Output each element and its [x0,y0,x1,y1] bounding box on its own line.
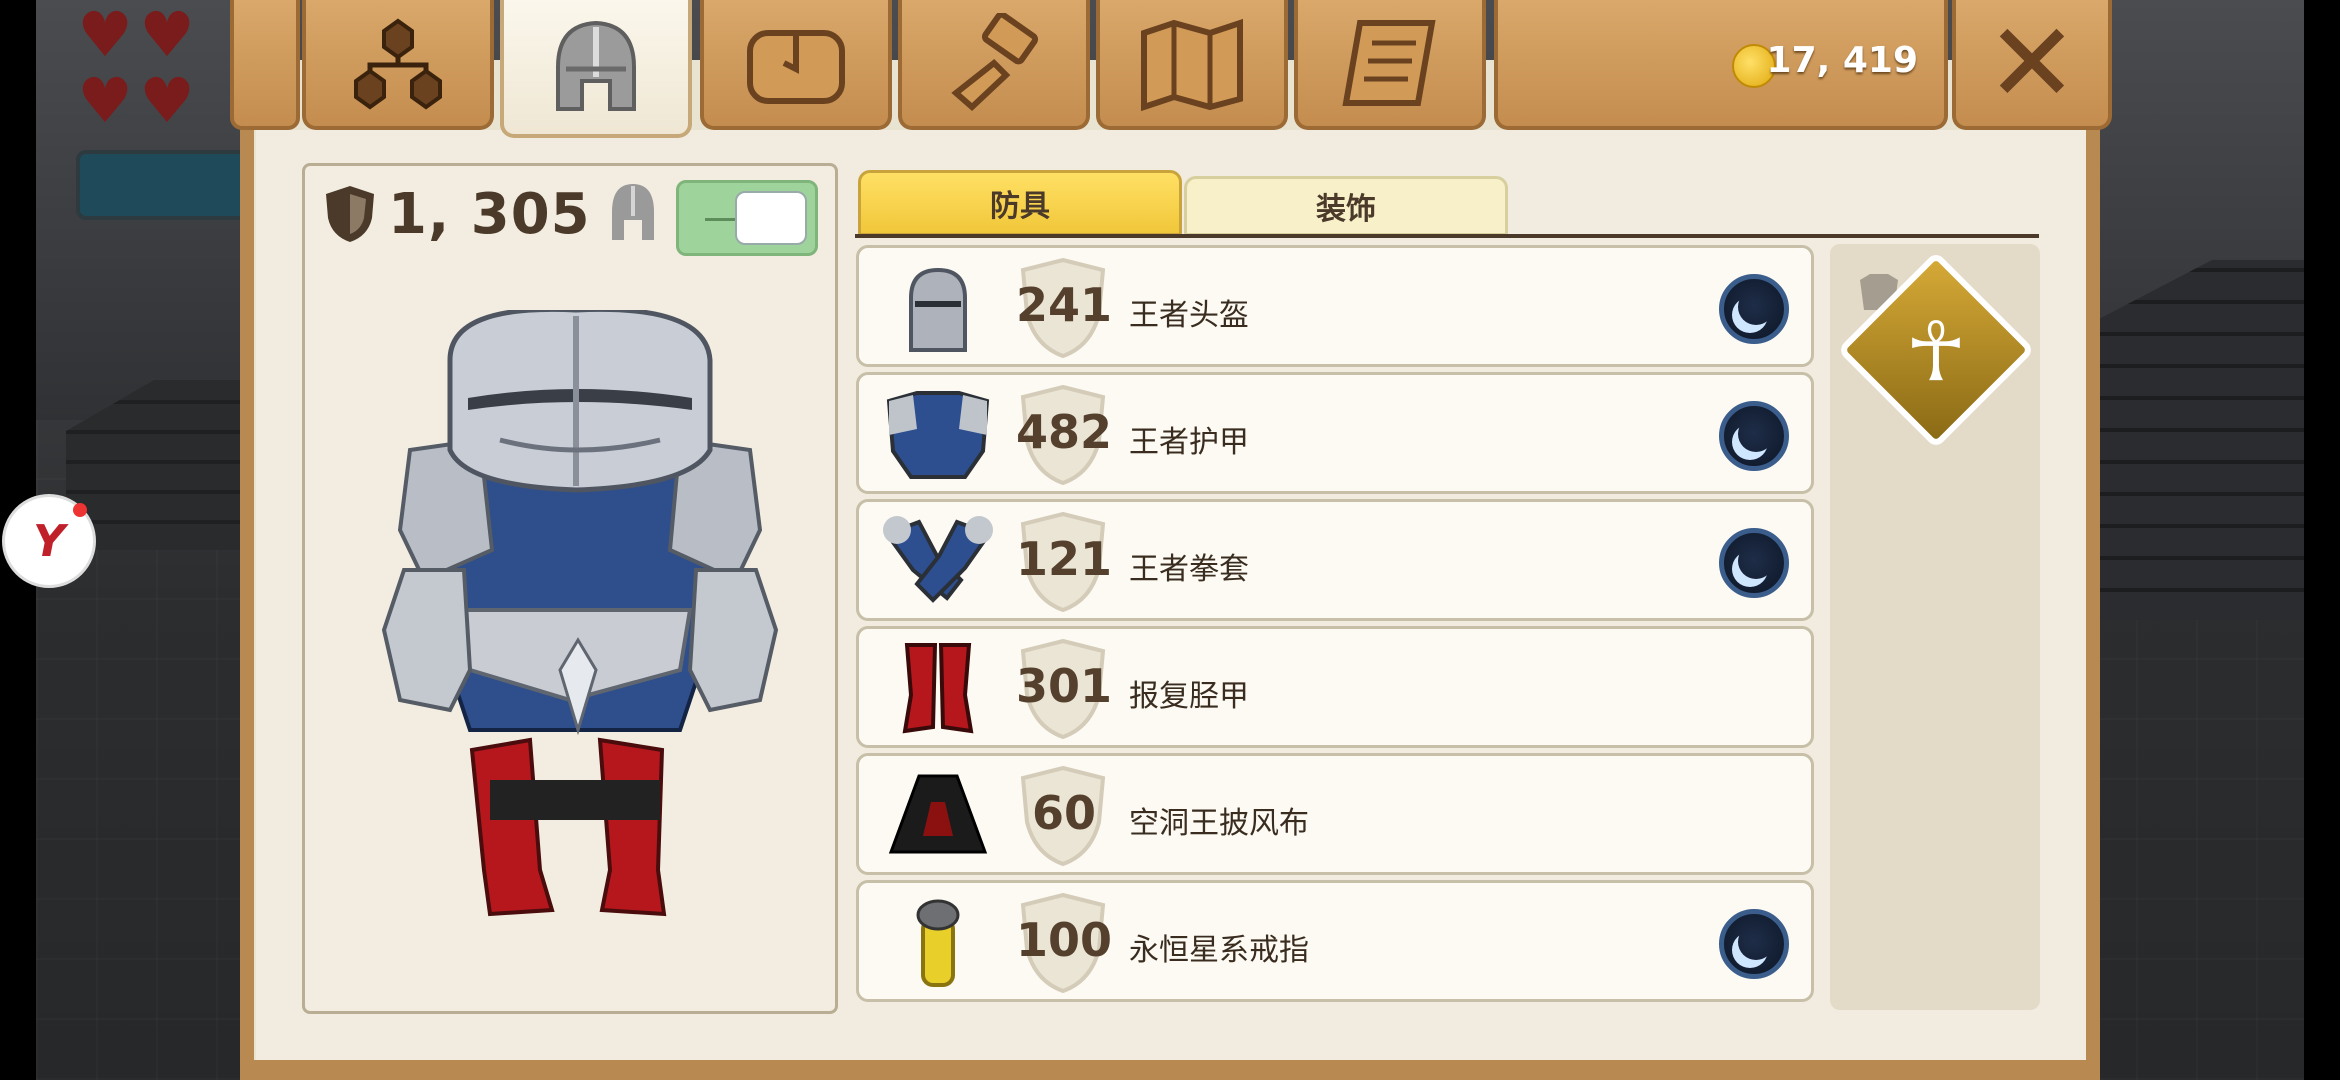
armor-total-value: 1, 305 [388,181,591,247]
moon-rune-badge-icon [1719,401,1789,471]
tab-backpack[interactable] [700,0,892,130]
tab-map[interactable] [1096,0,1288,130]
tab-accessories-label: 装饰 [1316,192,1376,227]
item-power-value: 241 [1015,278,1113,332]
item-name: 永恒星系戒指 [1129,933,1309,968]
tab-armor[interactable]: 防具 [858,170,1182,236]
item-name: 王者拳套 [1129,552,1249,587]
heart-icon: ♥ [77,64,133,137]
currency-display: 17, 419 [1494,0,1948,130]
gauntlets-item-icon [883,516,993,603]
quest-scroll-icon [1342,20,1436,106]
helmet-icon [612,184,654,240]
tab-bar-cap [230,0,300,130]
item-power-value: 482 [1015,405,1113,459]
helmet-icon [556,20,636,111]
item-power-value: 100 [1015,913,1113,967]
item-name: 空洞王披风布 [1129,806,1309,841]
terrain-right [2074,260,2304,620]
floating-app-badge[interactable]: Y [2,494,96,588]
ankh-relic-icon: ☥ [1905,304,1967,400]
armor-total: 1, 305 [324,180,591,248]
toggle-knob [735,191,807,245]
health-hearts: ♥ ♥ ♥ ♥ [76,4,236,136]
gold-amount: 17, 419 [1766,40,1918,81]
character-model [381,310,779,917]
tab-equipment[interactable] [500,0,692,138]
show-helmet-toggle[interactable] [676,180,818,256]
chestplate-item-icon [886,391,990,479]
bag-icon [747,30,845,104]
item-power-value: 121 [1015,532,1113,586]
equipment-row[interactable]: 482 王者护甲 [856,372,1814,494]
panel-bottom-edge [240,1060,2100,1080]
equipment-row[interactable]: 241 王者头盔 [856,245,1814,367]
skill-tree-icon [354,18,442,110]
map-icon [1141,18,1243,112]
equipment-row[interactable]: 301 报复胫甲 [856,626,1814,748]
ring-item-icon [916,899,960,987]
tab-crafting[interactable] [898,0,1090,130]
close-icon: ✕ [1985,0,2079,127]
tab-quests[interactable] [1294,0,1486,130]
item-name: 王者头盔 [1129,298,1249,333]
close-button[interactable]: ✕ [1952,0,2112,130]
tab-accessories[interactable]: 装饰 [1184,176,1508,236]
item-power-value: 301 [1015,659,1113,713]
equipment-row[interactable]: 60 空洞王披风布 [856,753,1814,875]
heart-icon: ♥ [77,0,133,71]
greaves-item-icon [902,643,974,734]
equipment-row[interactable]: 121 王者拳套 [856,499,1814,621]
equipment-row[interactable]: 100 永恒星系戒指 [856,880,1814,1002]
item-name: 王者护甲 [1129,425,1249,460]
shield-icon [326,186,374,242]
moon-rune-badge-icon [1719,274,1789,344]
tab-underline [855,234,2039,238]
stamina-bar [76,150,264,220]
moon-rune-badge-icon [1719,528,1789,598]
notification-dot [73,503,87,517]
heart-icon: ♥ [139,0,195,71]
helmet-item-icon [909,267,967,352]
moon-rune-badge-icon [1719,909,1789,979]
crafting-hammer-icon [951,13,1039,112]
tab-skills[interactable] [302,0,494,130]
item-power-value: 60 [1031,786,1096,840]
floating-app-badge-label: Y [33,515,65,567]
tab-armor-label: 防具 [990,189,1050,224]
toggle-track-mark [705,218,735,221]
cape-item-icon [888,774,988,854]
item-name: 报复胫甲 [1129,679,1249,714]
heart-icon: ♥ [139,64,195,137]
